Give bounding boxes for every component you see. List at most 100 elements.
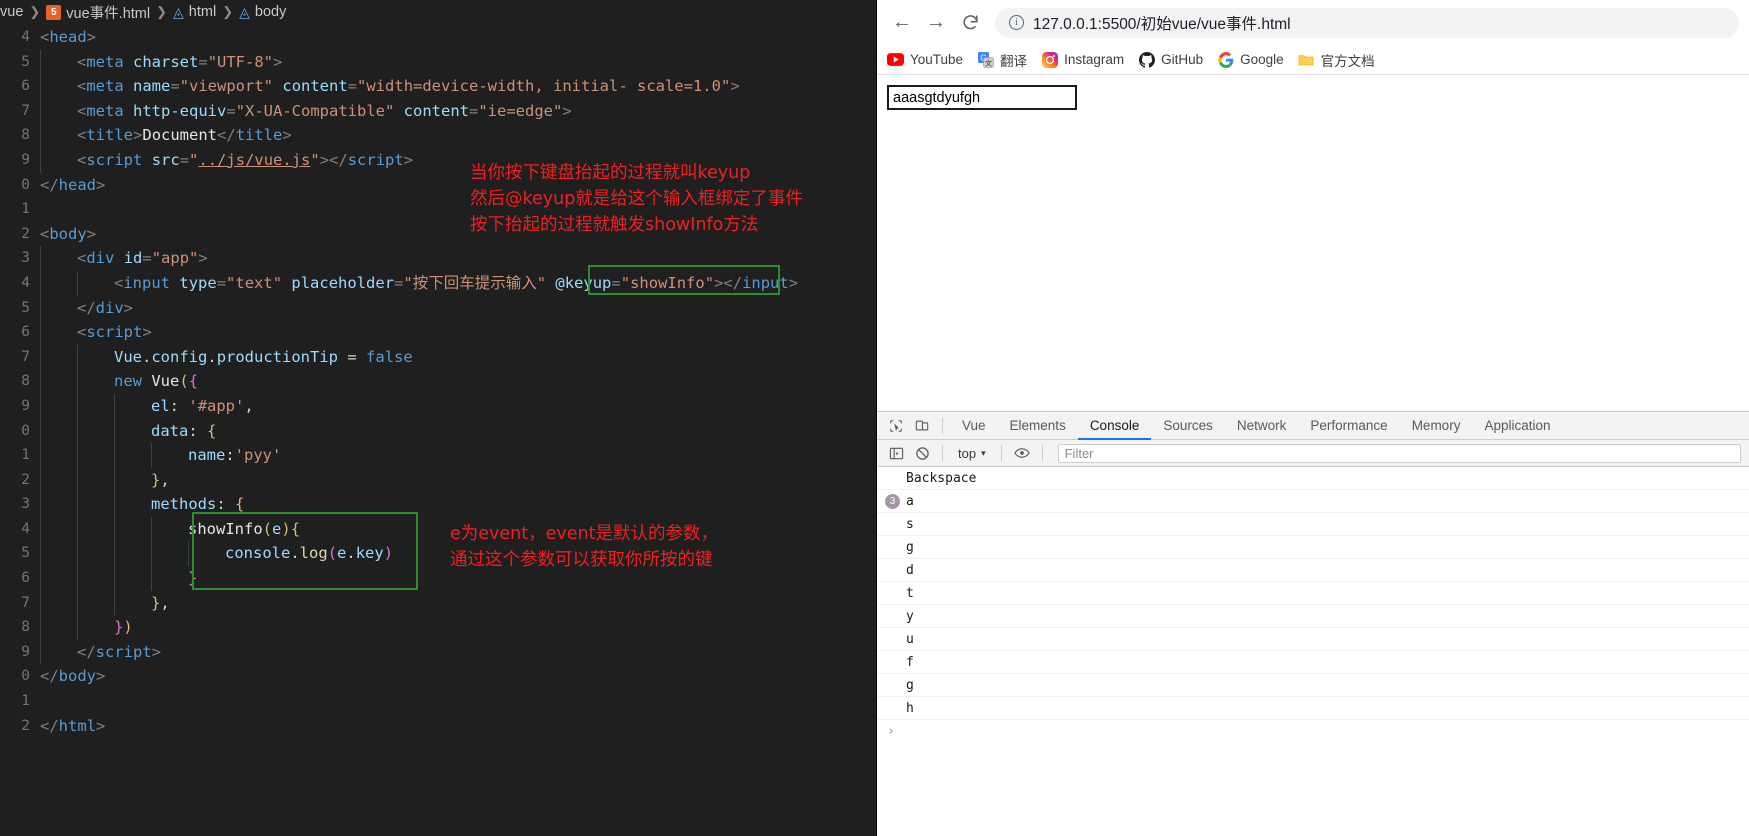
console-message-row[interactable]: f: [877, 651, 1749, 674]
symbol-cube-icon: ◬: [173, 3, 184, 20]
navigation-bar: ← → i 127.0.0.1:5500/初始vue/vue事件.html: [877, 0, 1749, 45]
inspect-element-icon[interactable]: [883, 414, 909, 438]
url-text: 127.0.0.1:5500/初始vue/vue事件.html: [1033, 15, 1291, 33]
devtools-tab-sources[interactable]: Sources: [1151, 412, 1225, 440]
console-message-row[interactable]: 3a: [877, 490, 1749, 513]
console-sidebar-icon[interactable]: [883, 441, 909, 465]
toolbar-divider: [942, 417, 943, 434]
bookmark-item[interactable]: G文翻译: [977, 50, 1027, 70]
console-message-text: g: [906, 539, 914, 555]
code-line[interactable]: 7},: [0, 590, 876, 616]
code-line[interactable]: 3 methods: {: [0, 492, 876, 517]
indent-guide: [77, 566, 114, 591]
indent-guide: [40, 74, 77, 99]
devtools-tab-network[interactable]: Network: [1225, 412, 1299, 440]
console-message-row[interactable]: y: [877, 605, 1749, 628]
code-line[interactable]: 4 showInfo(e){: [0, 516, 876, 542]
code-line[interactable]: 9 el: '#app',: [0, 393, 876, 419]
devtools-tab-application[interactable]: Application: [1472, 412, 1562, 440]
code-line[interactable]: 3 <div id="app">: [0, 246, 876, 271]
console-message-text: a: [906, 493, 914, 509]
filter-placeholder: Filter: [1064, 445, 1094, 461]
devtools-tab-vue[interactable]: Vue: [950, 412, 998, 440]
code-line[interactable]: 8}): [0, 615, 876, 640]
reload-icon[interactable]: [955, 8, 985, 38]
bookmark-item[interactable]: YouTube: [887, 51, 963, 68]
code-line[interactable]: 2},: [0, 467, 876, 493]
indent-guide: [40, 246, 77, 271]
bookmark-item[interactable]: Google: [1217, 51, 1284, 68]
code-line[interactable]: 2 </html>: [0, 714, 876, 739]
bookmark-label: Instagram: [1064, 52, 1125, 67]
code-line[interactable]: 6}: [0, 566, 876, 591]
code-line[interactable]: 5 <meta charset="UTF-8">: [0, 49, 876, 75]
code-line[interactable]: 9 </script>: [0, 639, 876, 665]
code-line[interactable]: 4 <input type="text" placeholder="按下回车提示输…: [0, 270, 876, 296]
line-number: 5: [21, 53, 30, 70]
devtools-tab-performance[interactable]: Performance: [1298, 412, 1399, 440]
code-line[interactable]: 8 new Vue({: [0, 369, 876, 394]
page-viewport: [877, 75, 1749, 411]
svg-text:文: 文: [985, 58, 992, 67]
indent-guide: [114, 467, 151, 493]
code-line[interactable]: 4 <head>: [0, 25, 876, 50]
execution-context-selector[interactable]: top ▾: [950, 446, 994, 461]
console-message-row[interactable]: t: [877, 582, 1749, 605]
console-message-row[interactable]: u: [877, 628, 1749, 651]
address-bar[interactable]: i 127.0.0.1:5500/初始vue/vue事件.html: [995, 7, 1739, 38]
code-line[interactable]: 1: [0, 689, 876, 714]
console-message-row[interactable]: g: [877, 536, 1749, 559]
console-message-row[interactable]: Backspace: [877, 467, 1749, 490]
console-message-row[interactable]: h: [877, 697, 1749, 720]
bookmark-item[interactable]: 官方文档: [1298, 50, 1375, 70]
line-number: 4: [21, 520, 30, 537]
code-line[interactable]: 0 data: {: [0, 418, 876, 444]
devtools-tab-label: Elements: [1009, 418, 1066, 433]
folder-icon: [1298, 51, 1315, 68]
clear-console-icon[interactable]: [909, 441, 935, 465]
code-line[interactable]: 1 name:'pyy': [0, 443, 876, 468]
bookmark-item[interactable]: Instagram: [1041, 51, 1124, 68]
bookmarks-bar[interactable]: YouTube G文翻译 Instagram GitHub Google 官方文档: [877, 45, 1749, 75]
console-message-row[interactable]: s: [877, 513, 1749, 536]
indent-guide: [40, 393, 77, 419]
breadcrumb-root[interactable]: vue: [0, 4, 23, 20]
console-message-row[interactable]: d: [877, 559, 1749, 582]
code-text: </html>: [40, 716, 106, 735]
forward-icon[interactable]: →: [921, 8, 951, 38]
code-text: <head>: [40, 28, 97, 46]
code-text: <input type="text" placeholder="按下回车提示输入…: [114, 273, 799, 292]
code-line[interactable]: 7 Vue.config.productionTip = false: [0, 344, 876, 370]
annotation-line: 当你按下键盘抬起的过程就叫keyup: [470, 163, 751, 183]
breadcrumb-node-body-label: body: [254, 4, 287, 20]
code-lines-container[interactable]: 4 <head> 5 <meta charset="UTF-8"> 6 <meta nam…: [0, 24, 876, 836]
back-icon[interactable]: ←: [887, 8, 917, 38]
code-line[interactable]: 7 <meta http-equiv="X-UA-Compatible" cont…: [0, 98, 876, 124]
devtools-tab-console[interactable]: Console: [1078, 412, 1152, 440]
devtools-tab-elements[interactable]: Elements: [998, 412, 1078, 440]
console-output[interactable]: Backspace 3 a s g d t y u f g h ›: [877, 467, 1749, 836]
code-line[interactable]: 0 </body>: [0, 664, 876, 689]
vue-text-input[interactable]: [887, 85, 1077, 110]
code-line[interactable]: 6 <meta name="viewport" content="width=de…: [0, 74, 876, 99]
toolbar-divider-4: [1041, 445, 1043, 461]
code-line[interactable]: 8 <title>Document</title>: [0, 123, 876, 148]
breadcrumb-node-html[interactable]: ◬ html: [173, 4, 216, 21]
indent-guide: [151, 443, 188, 468]
bookmark-item[interactable]: GitHub: [1138, 51, 1203, 68]
device-toolbar-icon[interactable]: [909, 414, 935, 438]
info-circle-icon[interactable]: i: [1009, 15, 1024, 30]
breadcrumb-file[interactable]: 5 vue事件.html: [46, 2, 150, 23]
live-expression-icon[interactable]: [1009, 441, 1035, 465]
console-message-row[interactable]: g: [877, 674, 1749, 697]
annotation-event-param-explanation: e为event，event是默认的参数， 通过这个参数可以获取你所按的键: [450, 521, 718, 573]
line-number: 0: [21, 422, 30, 439]
code-line[interactable]: 6 <script>: [0, 320, 876, 345]
console-prompt[interactable]: ›: [877, 720, 1749, 743]
breadcrumb[interactable]: vue ❯ 5 vue事件.html ❯ ◬ html ❯ ◬ body: [0, 0, 876, 24]
code-line[interactable]: 5 console.log(e.key): [0, 541, 876, 567]
code-line[interactable]: 5 </div>: [0, 295, 876, 321]
breadcrumb-node-body[interactable]: ◬ body: [239, 4, 286, 21]
console-filter-input[interactable]: Filter: [1057, 443, 1741, 463]
devtools-tab-memory[interactable]: Memory: [1400, 412, 1473, 440]
